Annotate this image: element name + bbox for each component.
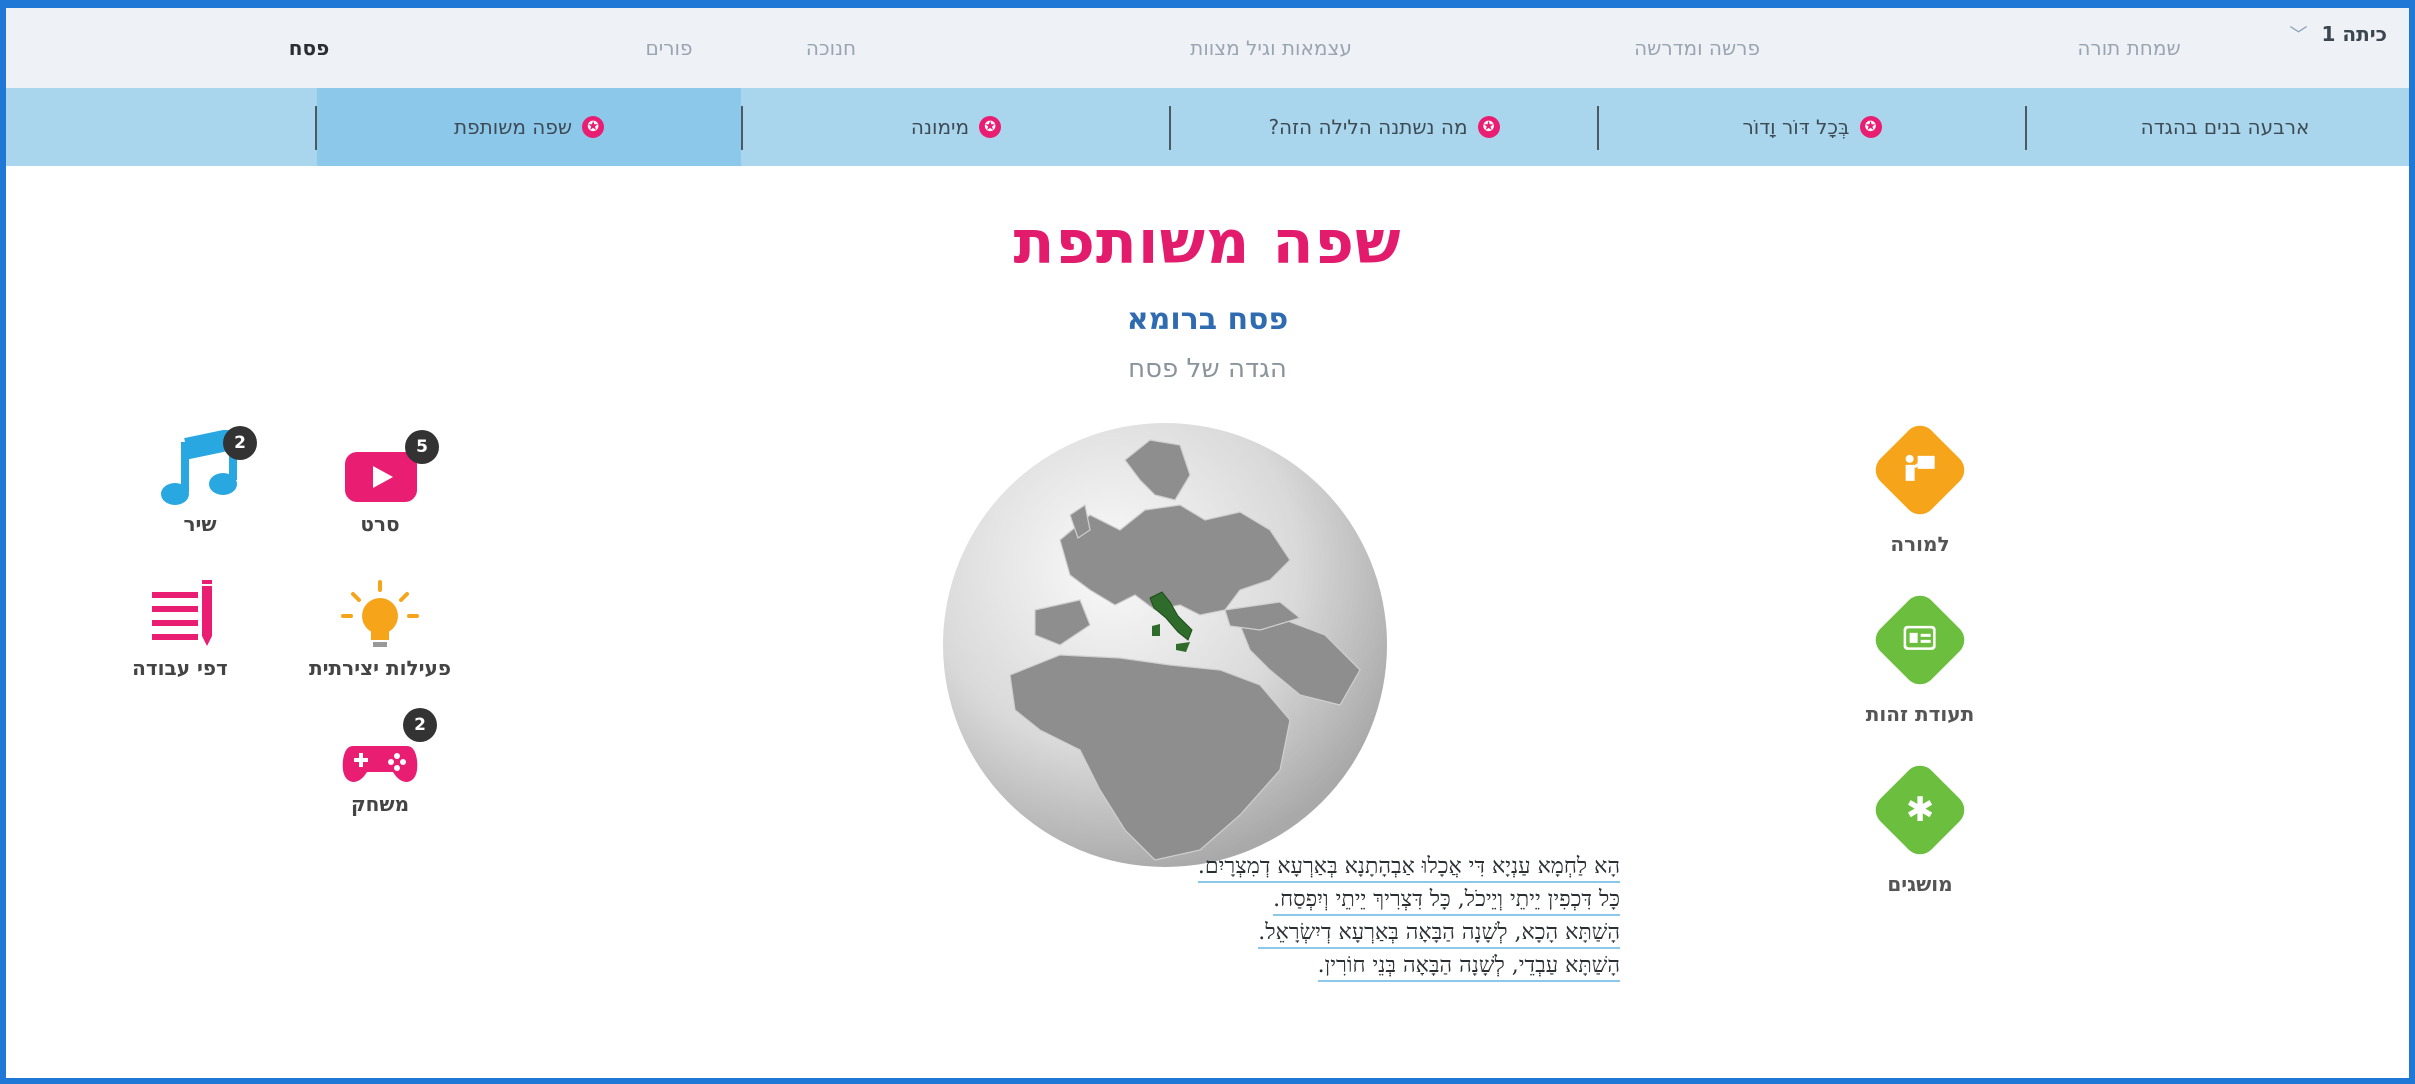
concepts-link[interactable]: ✱ מושגים (1845, 759, 1995, 896)
text-line: הָשַׁתָּא עַבְדֵי, לְשָׁנָה הַבָּאָה בְּ… (1060, 949, 1620, 982)
creative-activity-link[interactable]: פעילות יצירתית (290, 580, 470, 680)
text-line: הָשַׁתָּא הָכָא, לְשָׁנָה הַבָּאָה בְּאַ… (1060, 916, 1620, 949)
subtab-label: ארבעה בנים בהגדה (2140, 115, 2310, 139)
subnav-divider (1597, 106, 1599, 150)
count-badge: 2 (403, 708, 437, 742)
subtopics-nav: ארבעה בנים בהגדה ✪ בְּכָל דּוֹר וָדוֹר ✪… (6, 88, 2409, 166)
subtab-ma-nishtana[interactable]: ✪ מה נשתנה הלילה הזה? (1171, 88, 1597, 166)
tab-purim[interactable]: פורים (569, 8, 769, 88)
subtab-bechol-dor[interactable]: ✪ בְּכָל דּוֹר וָדוֹר (1599, 88, 2025, 166)
subtab-label: מימונה (910, 115, 970, 139)
star-icon: ✪ (979, 116, 1002, 138)
subnav-divider (1169, 106, 1171, 150)
page-subsubtitle: הגדה של פסח (1128, 354, 1287, 384)
text-line: כָּל דִּכְפִין יֵיתֵי וְיֵיכֹל, כָּל דִּ… (1060, 883, 1620, 916)
subtab-four-sons[interactable]: ארבעה בנים בהגדה (2045, 88, 2405, 166)
lightbulb-icon (341, 580, 419, 647)
holidays-nav: כיתה 1 ﹀ שמחת תורה פרשה ומדרשה עצמאות וג… (6, 8, 2409, 88)
tab-pesach[interactable]: פסח (209, 8, 409, 88)
resource-label: סרט (360, 512, 400, 536)
chevron-down-icon: ﹀ (2289, 25, 2308, 46)
subtab-label: שפה משותפת (453, 115, 573, 139)
id-card-icon (1869, 589, 1971, 691)
window-bottom-border (0, 1078, 2415, 1084)
subtab-common-language[interactable]: ✪ שפה משותפת (317, 88, 741, 166)
resource-label: דפי עבודה (132, 656, 228, 680)
asterisk-icon: ✱ (1869, 759, 1971, 861)
tab-atzmaut[interactable]: עצמאות וגיל מצוות (1171, 8, 1371, 88)
tab-simchat-torah[interactable]: שמחת תורה (2029, 8, 2229, 88)
window-top-border (0, 0, 2415, 8)
count-badge: 5 (405, 430, 439, 464)
subnav-divider (315, 106, 317, 150)
resource-label: שיר (183, 512, 217, 536)
count-badge: 2 (223, 426, 257, 460)
teacher-link[interactable]: למורה (1845, 419, 1995, 556)
grade-label: כיתה 1 (2321, 22, 2387, 46)
game-link[interactable]: 2 משחק (300, 708, 460, 816)
subtab-label: מה נשתנה הלילה הזה? (1268, 115, 1468, 139)
star-icon: ✪ (582, 116, 605, 138)
side-label: מושגים (1887, 872, 1953, 896)
subnav-divider (2025, 106, 2027, 150)
haggadah-text: הָא לַחְמָא עַנְיָא דִּי אֲכָלוּ אַבְהָת… (1060, 850, 1620, 982)
resource-label: משחק (350, 792, 410, 816)
tab-parasha[interactable]: פרשה ומדרשה (1597, 8, 1797, 88)
subtab-mimouna[interactable]: ✪ מימונה (743, 88, 1169, 166)
page-title: שפה משותפת (1013, 208, 1402, 278)
side-label: תעודת זהות (1865, 702, 1975, 726)
star-icon: ✪ (1859, 116, 1882, 138)
grade-select[interactable]: כיתה 1 ﹀ (2289, 16, 2387, 52)
subtab-label: בְּכָל דּוֹר וָדוֹר (1742, 115, 1850, 139)
video-link[interactable]: 5 סרט (300, 430, 460, 536)
page-subtitle: פסח ברומא (1126, 302, 1289, 337)
subnav-divider (741, 106, 743, 150)
worksheet-icon (152, 580, 212, 646)
worksheet-link[interactable]: דפי עבודה (100, 580, 260, 680)
text-line: הָא לַחְמָא עַנְיָא דִּי אֲכָלוּ אַבְהָת… (1060, 850, 1620, 883)
resource-label: פעילות יצירתית (308, 656, 452, 680)
globe-map (940, 420, 1390, 870)
star-icon: ✪ (1477, 116, 1500, 138)
side-label: למורה (1890, 532, 1950, 556)
song-link[interactable]: 2 שיר (120, 426, 280, 536)
window-right-border (2409, 0, 2415, 1084)
teacher-icon (1869, 419, 1971, 521)
id-card-link[interactable]: תעודת זהות (1845, 589, 1995, 726)
